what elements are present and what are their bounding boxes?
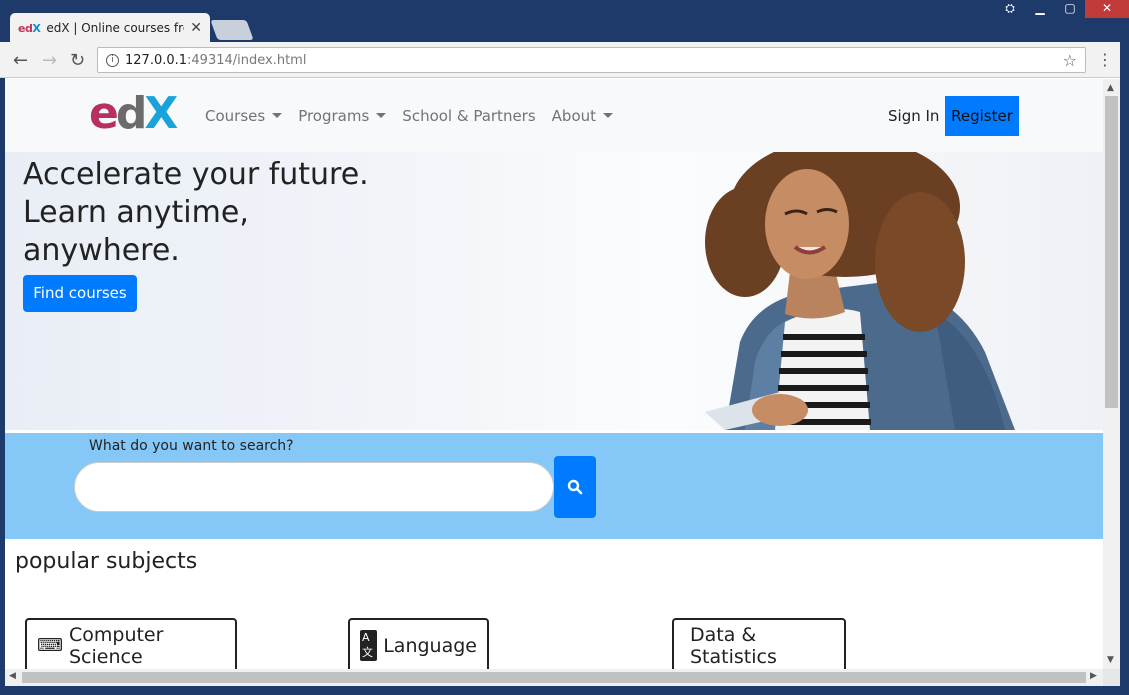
back-arrow-icon[interactable]: ← [13,50,28,71]
url-host: 127.0.0.1 [125,52,188,68]
url-path: :49314/index.html [187,52,307,68]
hero-woman-image [705,152,1015,430]
window-close-icon[interactable]: ✕ [1085,0,1129,18]
find-courses-button[interactable]: Find courses [23,275,137,312]
maximize-icon[interactable]: ▢ [1055,0,1085,18]
keyboard-icon: ⌨ [37,635,63,656]
scrollbar-corner [1103,669,1120,686]
site-navbar: edX Courses Programs School & Partners A… [5,79,1103,152]
search-button[interactable] [554,456,596,518]
reload-icon[interactable]: ↻ [70,50,85,71]
hero-banner: Accelerate your future. Learn anytime, a… [5,152,1103,430]
scroll-right-icon[interactable]: ▶ [1090,671,1097,681]
scroll-up-icon[interactable]: ▲ [1107,83,1114,93]
vertical-scrollbar[interactable]: ▲ ▼ [1103,79,1120,669]
new-tab-button[interactable] [210,20,254,40]
nav-programs-dropdown[interactable]: Programs [298,107,386,125]
window-controls: ⛭ ▁ ▢ ✕ [995,0,1129,20]
search-label: What do you want to search? [89,438,294,454]
hero-title: Accelerate your future. Learn anytime, a… [23,157,369,268]
browser-menu-icon[interactable]: ⋮ [1097,50,1113,69]
sign-in-link[interactable]: Sign In [888,107,939,125]
search-section: What do you want to search? [5,433,1103,539]
browser-tab[interactable]: edX edX | Online courses from ✕ [10,13,210,43]
search-input[interactable] [74,462,554,512]
tab-title: edX | Online courses from [46,21,184,35]
bookmark-star-icon[interactable]: ☆ [1063,51,1077,70]
subject-label: Language [383,634,477,657]
subject-language[interactable]: A文 Language [348,618,489,669]
popular-subjects-heading: popular subjects [15,549,198,574]
browser-titlebar: edX edX | Online courses from ✕ ⛭ ▁ ▢ ✕ [0,0,1129,43]
browser-toolbar: ← → ↻ i 127.0.0.1:49314/index.html ☆ ⋮ [0,42,1129,78]
scroll-left-icon[interactable]: ◀ [9,671,16,681]
subject-data-statistics[interactable]: Data & Statistics [672,618,846,669]
forward-arrow-icon[interactable]: → [42,50,57,71]
language-icon: A文 [360,630,378,661]
nav-links: Courses Programs School & Partners About [205,107,613,125]
horizontal-scroll-thumb[interactable] [22,672,1086,683]
minimize-icon[interactable]: ▁ [1025,0,1055,18]
user-icon[interactable]: ⛭ [995,0,1025,18]
horizontal-scrollbar[interactable]: ◀ ▶ [5,669,1103,686]
scroll-down-icon[interactable]: ▼ [1107,655,1114,665]
edx-logo[interactable]: edX [89,92,178,136]
subject-label: Data & Statistics [690,623,777,668]
window-frame-bottom [0,686,1129,695]
register-button[interactable]: Register [945,96,1019,136]
info-icon[interactable]: i [106,53,119,67]
page-viewport: edX Courses Programs School & Partners A… [5,79,1103,669]
nav-school-partners[interactable]: School & Partners [402,107,535,125]
tab-close-icon[interactable]: ✕ [190,20,202,36]
address-bar[interactable]: i 127.0.0.1:49314/index.html ☆ [97,47,1086,73]
window-frame-right [1120,42,1129,695]
nav-courses-dropdown[interactable]: Courses [205,107,282,125]
edx-favicon-icon: edX [18,21,41,35]
subject-label: Computer Science [68,623,164,668]
nav-about-dropdown[interactable]: About [552,107,613,125]
search-icon [567,479,583,495]
subject-computer-science[interactable]: ⌨ Computer Science [25,618,237,669]
vertical-scroll-thumb[interactable] [1105,96,1118,408]
